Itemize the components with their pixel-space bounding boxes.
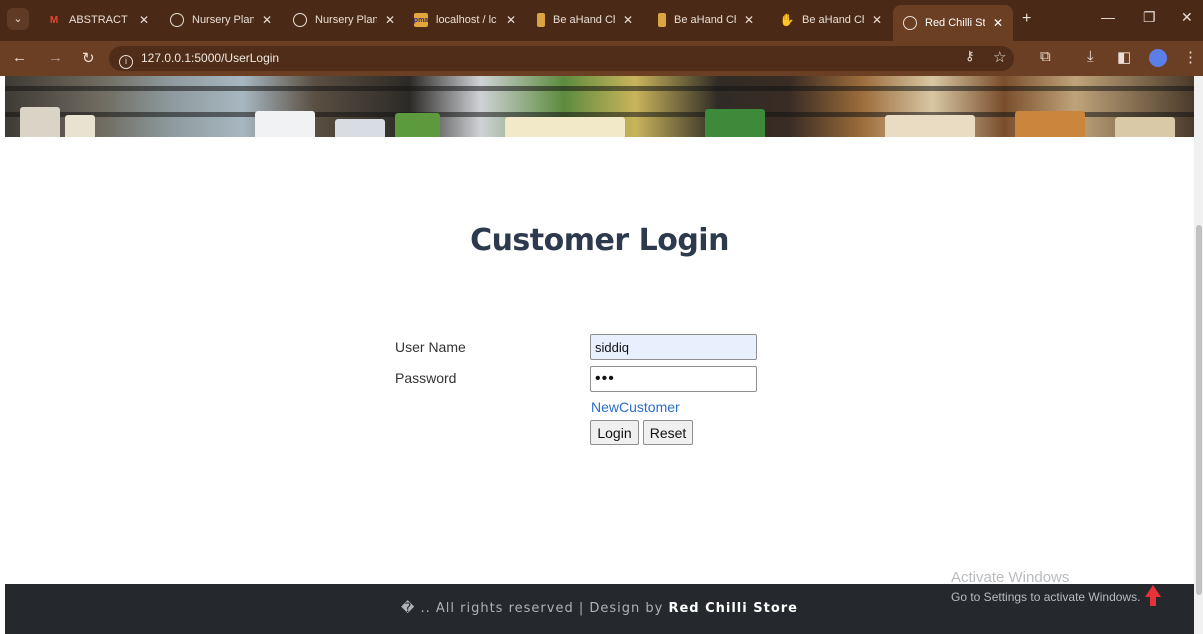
password-key-icon[interactable]: ⚷ (965, 48, 975, 64)
browser-tab-strip: ⌄ M ABSTRACT - ✕ Nursery Plan ✕ Nursery … (0, 0, 1203, 41)
download-icon[interactable]: ⤓ (1087, 48, 1094, 65)
close-tab-icon[interactable]: ✕ (506, 13, 516, 27)
bookmark-star-icon[interactable]: ☆ (993, 48, 1006, 66)
close-tab-icon[interactable]: ✕ (872, 13, 882, 27)
password-label: Password (395, 370, 457, 386)
page-title: Customer Login (470, 223, 729, 258)
globe-icon (903, 16, 917, 30)
hand-icon: ✋ (780, 13, 795, 27)
new-customer-link[interactable]: NewCustomer (591, 399, 680, 415)
close-window-icon[interactable]: ✕ (1181, 9, 1193, 26)
store-banner-image (5, 76, 1194, 137)
new-tab-icon[interactable]: + (1022, 10, 1031, 28)
globe-icon (293, 13, 307, 27)
footer-copyright: � .. All rights reserved | Design by (401, 601, 664, 616)
tab-be-ahand-1[interactable]: Be aHand Ch ✕ (537, 7, 649, 33)
username-label: User Name (395, 339, 466, 355)
forward-icon[interactable]: → (48, 49, 63, 66)
document-icon (537, 13, 545, 27)
gmail-icon: M (49, 14, 59, 26)
extensions-icon[interactable]: ⧉ (1040, 48, 1051, 65)
password-input[interactable] (590, 366, 757, 392)
reload-icon[interactable]: ↻ (82, 49, 95, 67)
close-tab-icon[interactable]: ✕ (385, 13, 395, 27)
globe-icon (170, 13, 184, 27)
tab-red-chilli-store[interactable]: Red Chilli Sto ✕ (893, 5, 1013, 41)
browser-toolbar: ← → ↻ i 127.0.0.1:5000/UserLogin ⚷ ☆ ⧉ ⤓ … (0, 41, 1203, 76)
tab-abstract[interactable]: M ABSTRACT - ✕ (47, 7, 159, 33)
close-tab-icon[interactable]: ✕ (623, 13, 633, 27)
phpmyadmin-icon: pma (414, 13, 428, 27)
close-tab-icon[interactable]: ✕ (993, 16, 1003, 30)
login-button[interactable]: Login (590, 420, 639, 445)
document-icon (658, 13, 666, 27)
scroll-to-top-stem[interactable] (1150, 596, 1156, 606)
tab-search-icon[interactable]: ⌄ (7, 8, 29, 30)
profile-avatar[interactable] (1149, 49, 1167, 67)
address-bar[interactable]: i 127.0.0.1:5000/UserLogin (109, 46, 1014, 71)
tab-localhost[interactable]: pma localhost / lc ✕ (414, 7, 528, 33)
username-input[interactable] (590, 334, 757, 360)
back-icon[interactable]: ← (12, 49, 27, 66)
tab-be-ahand-3[interactable]: ✋ Be aHand Ch ✕ (780, 7, 888, 33)
restore-icon[interactable]: ❐ (1143, 9, 1156, 26)
footer-brand: Red Chilli Store (668, 601, 798, 616)
activate-windows-title: Activate Windows (951, 569, 1070, 586)
tab-nursery-plan-1[interactable]: Nursery Plan ✕ (170, 7, 280, 33)
tab-nursery-plan-2[interactable]: Nursery Plan ✕ (293, 7, 403, 33)
close-tab-icon[interactable]: ✕ (744, 13, 754, 27)
minimize-icon[interactable]: — (1101, 9, 1115, 25)
close-tab-icon[interactable]: ✕ (262, 13, 272, 27)
scrollbar-thumb[interactable] (1196, 225, 1202, 595)
reset-button[interactable]: Reset (643, 420, 693, 445)
url-text: 127.0.0.1:5000/UserLogin (141, 51, 280, 65)
site-info-icon[interactable]: i (119, 55, 133, 69)
close-tab-icon[interactable]: ✕ (139, 13, 149, 27)
activate-windows-subtitle: Go to Settings to activate Windows. (951, 590, 1141, 604)
side-panel-icon[interactable]: ◧ (1117, 48, 1131, 66)
tab-be-ahand-2[interactable]: Be aHand Ch ✕ (658, 7, 770, 33)
menu-kebab-icon[interactable]: ⋮ (1183, 48, 1198, 66)
